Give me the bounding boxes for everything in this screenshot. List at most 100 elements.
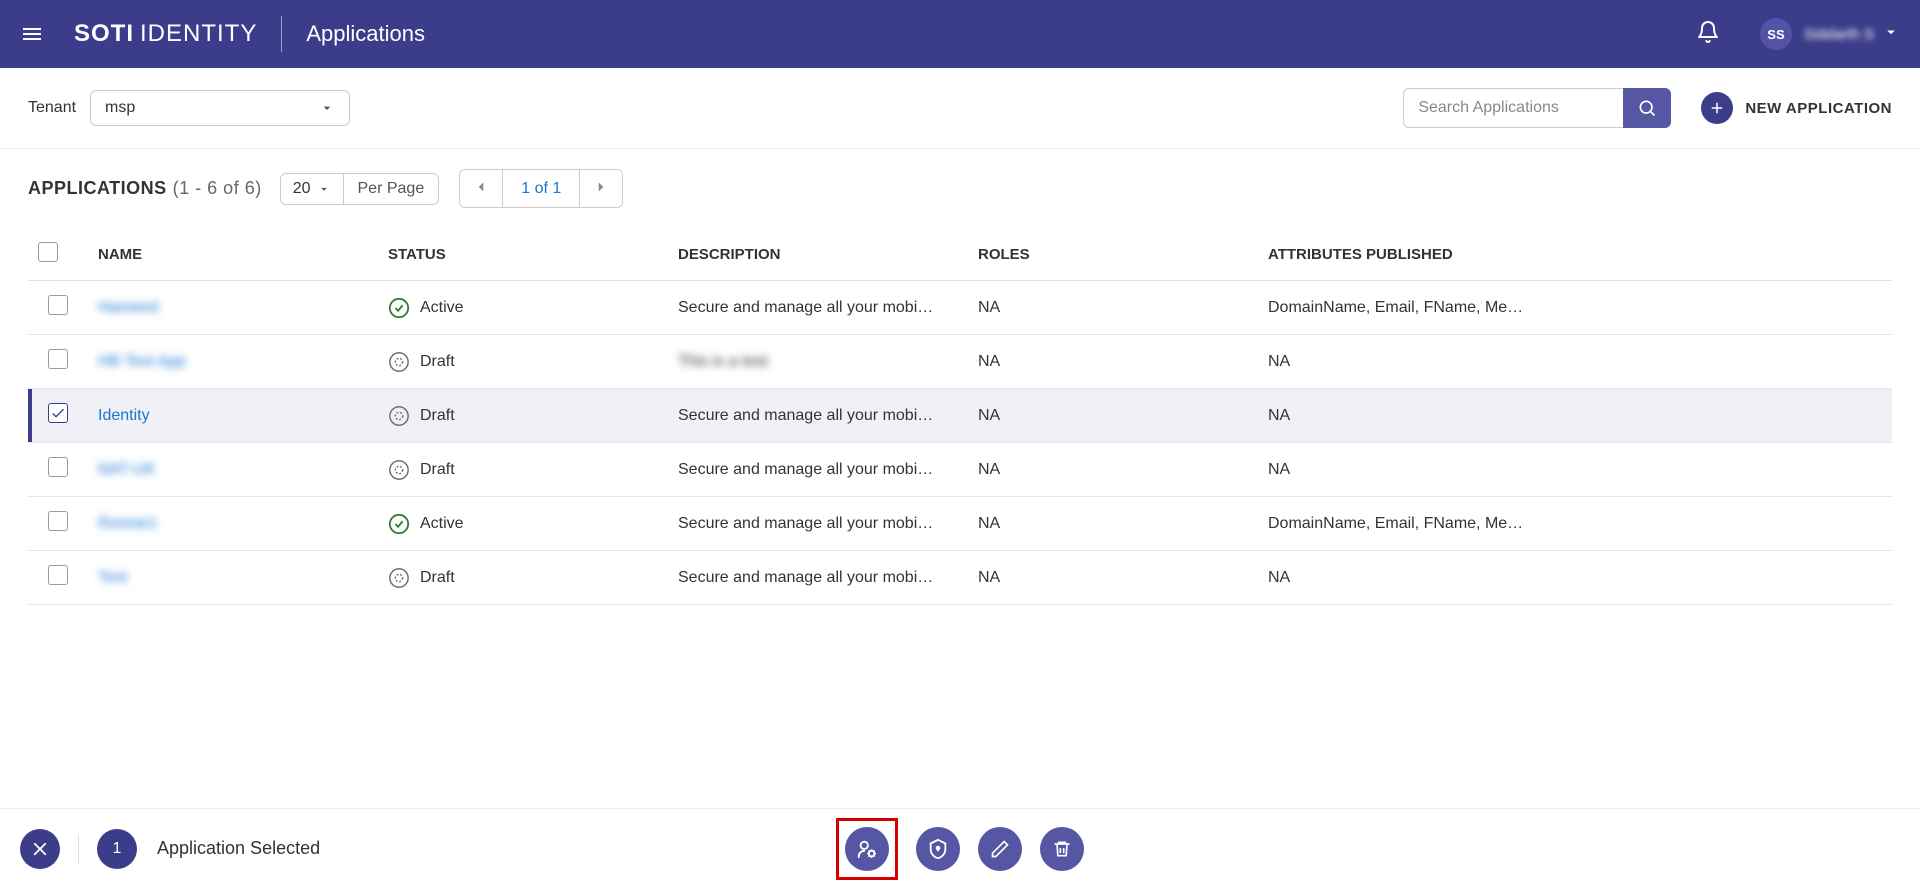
status-text: Draft xyxy=(420,569,455,587)
description-text: Secure and manage all your mobi… xyxy=(678,299,933,316)
action-bar: 1 Application Selected xyxy=(0,808,1920,888)
row-checkbox[interactable] xyxy=(48,349,68,369)
app-name-link[interactable]: Ronnie1 xyxy=(98,515,158,532)
trash-icon xyxy=(1052,839,1072,859)
attributes-text: DomainName, Email, FName, Me… xyxy=(1268,515,1523,532)
attributes-text: NA xyxy=(1268,407,1290,424)
notifications-icon[interactable] xyxy=(1696,20,1720,49)
new-application-label: NEW APPLICATION xyxy=(1745,100,1892,117)
col-roles[interactable]: ROLES xyxy=(968,228,1258,281)
manage-users-button[interactable] xyxy=(845,827,889,871)
chevron-down-icon xyxy=(317,182,331,196)
status-text: Draft xyxy=(420,407,455,425)
row-checkbox[interactable] xyxy=(48,295,68,315)
select-all-checkbox[interactable] xyxy=(38,242,58,262)
col-attributes[interactable]: ATTRIBUTES PUBLISHED xyxy=(1258,228,1892,281)
table-header-row: NAME STATUS DESCRIPTION ROLES ATTRIBUTES… xyxy=(28,228,1892,281)
page-size-label: Per Page xyxy=(344,174,439,204)
page-size-select: 20 Per Page xyxy=(280,173,440,205)
row-checkbox[interactable] xyxy=(48,457,68,477)
page-title: Applications xyxy=(306,21,425,47)
draft-icon xyxy=(388,351,410,373)
arrow-left-icon xyxy=(472,178,490,196)
draft-icon xyxy=(388,405,410,427)
attributes-text: NA xyxy=(1268,569,1290,586)
shield-icon xyxy=(927,838,949,860)
row-checkbox[interactable] xyxy=(48,403,68,423)
app-name-link[interactable]: Hameed xyxy=(98,299,158,316)
avatar[interactable]: SS xyxy=(1760,18,1792,50)
table-row[interactable]: NAT-UK Draft Secure and manage all your … xyxy=(28,443,1892,497)
new-application-button[interactable]: NEW APPLICATION xyxy=(1701,92,1892,124)
app-name-link[interactable]: NAT-UK xyxy=(98,461,155,478)
attributes-text: DomainName, Email, FName, Me… xyxy=(1268,299,1523,316)
user-menu-dropdown[interactable] xyxy=(1882,23,1900,46)
prev-page-button[interactable] xyxy=(460,170,503,207)
arrow-right-icon xyxy=(592,178,610,196)
delete-button[interactable] xyxy=(1040,827,1084,871)
table-row[interactable]: Test Draft Secure and manage all your mo… xyxy=(28,551,1892,605)
row-checkbox[interactable] xyxy=(48,511,68,531)
draft-icon xyxy=(388,459,410,481)
tenant-select[interactable]: msp xyxy=(90,90,350,126)
table-row[interactable]: Hameed Active Secure and manage all your… xyxy=(28,281,1892,335)
user-name: Siddarth S xyxy=(1804,26,1874,43)
selected-label: Application Selected xyxy=(157,838,320,859)
search-input[interactable] xyxy=(1403,88,1623,128)
action-divider xyxy=(78,835,79,863)
list-title: APPLICATIONS(1 - 6 of 6) xyxy=(28,178,262,199)
status-text: Draft xyxy=(420,461,455,479)
check-circle-icon xyxy=(388,513,410,535)
draft-icon xyxy=(388,567,410,589)
col-status[interactable]: STATUS xyxy=(378,228,668,281)
description-text: Secure and manage all your mobi… xyxy=(678,461,933,478)
check-circle-icon xyxy=(388,297,410,319)
edit-button[interactable] xyxy=(978,827,1022,871)
security-button[interactable] xyxy=(916,827,960,871)
col-description[interactable]: DESCRIPTION xyxy=(668,228,968,281)
roles-text: NA xyxy=(978,407,1000,424)
toolbar: Tenant msp NEW APPLICATION xyxy=(0,68,1920,149)
roles-text: NA xyxy=(978,461,1000,478)
app-name-link[interactable]: Test xyxy=(98,569,127,586)
app-name-link[interactable]: Identity xyxy=(98,407,150,424)
page-size-value[interactable]: 20 xyxy=(281,174,344,204)
search-wrap xyxy=(1403,88,1671,128)
description-text: This is a test xyxy=(678,353,768,370)
next-page-button[interactable] xyxy=(579,170,622,207)
pager-info: 1 of 1 xyxy=(503,172,579,206)
app-name-link[interactable]: HB Test App xyxy=(98,353,186,370)
close-icon xyxy=(29,838,51,860)
pencil-icon xyxy=(990,839,1010,859)
roles-text: NA xyxy=(978,569,1000,586)
table-row[interactable]: Identity Draft Secure and manage all you… xyxy=(28,389,1892,443)
description-text: Secure and manage all your mobi… xyxy=(678,569,933,586)
roles-text: NA xyxy=(978,299,1000,316)
table-row[interactable]: HB Test App Draft This is a test NA NA xyxy=(28,335,1892,389)
close-selection-button[interactable] xyxy=(20,829,60,869)
col-name[interactable]: NAME xyxy=(88,228,378,281)
highlight-annotation xyxy=(836,818,898,880)
roles-text: NA xyxy=(978,515,1000,532)
search-icon xyxy=(1637,98,1657,118)
chevron-down-icon xyxy=(319,100,335,116)
status-text: Active xyxy=(420,515,464,533)
app-logo: SOTI IDENTITY xyxy=(74,20,257,48)
applications-table: NAME STATUS DESCRIPTION ROLES ATTRIBUTES… xyxy=(28,228,1892,605)
hamburger-menu-icon[interactable] xyxy=(20,22,44,46)
tenant-label: Tenant xyxy=(28,99,76,117)
table-row[interactable]: Ronnie1 Active Secure and manage all you… xyxy=(28,497,1892,551)
attributes-text: NA xyxy=(1268,461,1290,478)
list-header: APPLICATIONS(1 - 6 of 6) 20 Per Page 1 o… xyxy=(0,149,1920,228)
search-button[interactable] xyxy=(1623,88,1671,128)
description-text: Secure and manage all your mobi… xyxy=(678,515,933,532)
status-text: Draft xyxy=(420,353,455,371)
user-settings-icon xyxy=(856,838,878,860)
attributes-text: NA xyxy=(1268,353,1290,370)
selected-count-badge: 1 xyxy=(97,829,137,869)
row-checkbox[interactable] xyxy=(48,565,68,585)
pager: 1 of 1 xyxy=(459,169,623,208)
roles-text: NA xyxy=(978,353,1000,370)
app-header: SOTI IDENTITY Applications SS Siddarth S xyxy=(0,0,1920,68)
header-divider xyxy=(281,16,282,52)
